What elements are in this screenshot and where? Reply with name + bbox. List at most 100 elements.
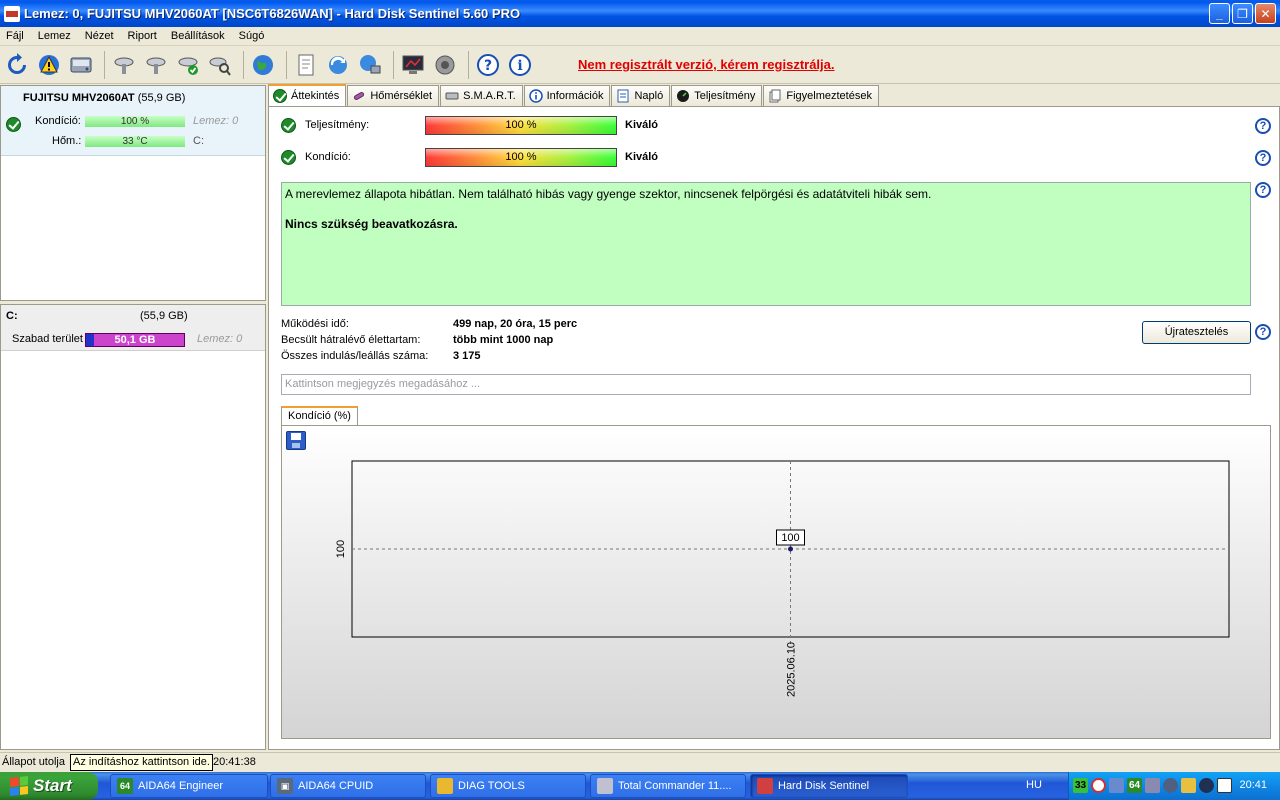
performance-ok-icon <box>281 118 296 133</box>
update-icon[interactable] <box>324 51 352 79</box>
free-space-label: Szabad terület <box>12 333 83 345</box>
tray-network-icon[interactable] <box>1109 778 1124 793</box>
tab-warnings[interactable]: Figyelmeztetések <box>763 85 879 106</box>
tab-overview[interactable]: Áttekintés <box>268 84 347 106</box>
svg-text:i: i <box>517 58 522 74</box>
network-icon[interactable] <box>356 51 384 79</box>
tray-block-icon[interactable] <box>1091 778 1106 793</box>
health-help-icon[interactable]: ? <box>1255 150 1271 166</box>
task-aida64-engineer[interactable]: 64 AIDA64 Engineer <box>110 774 268 798</box>
close-button[interactable]: ✕ <box>1255 3 1276 24</box>
note-input[interactable]: Kattintson megjegyzés megadásához ... <box>281 374 1251 395</box>
disk-surface-icon[interactable] <box>142 51 170 79</box>
tray-temperature-icon[interactable]: 33 <box>1073 778 1088 793</box>
task-hard-disk-sentinel[interactable]: Hard Disk Sentinel <box>750 774 908 798</box>
drive-letter: C: <box>193 135 204 147</box>
tray-shield-icon[interactable] <box>1163 778 1178 793</box>
menu-help[interactable]: Súgó <box>233 30 273 42</box>
speaker-icon[interactable] <box>431 51 459 79</box>
condition-label: Kondíció: <box>35 115 81 127</box>
data-point <box>788 546 793 552</box>
menu-disk[interactable]: Lemez <box>32 30 79 42</box>
chart-tab-health[interactable]: Kondíció (%) <box>281 406 358 426</box>
tooltip: Az indításhoz kattintson ide. <box>70 754 213 771</box>
status-description: A merevlemez állapota hibátlan. Nem talá… <box>281 182 1251 306</box>
disk-ok-icon[interactable] <box>174 51 202 79</box>
refresh-icon[interactable] <box>3 51 31 79</box>
task-total-commander[interactable]: Total Commander 11.... <box>590 774 746 798</box>
globe-icon[interactable] <box>249 51 277 79</box>
performance-icon <box>677 90 690 102</box>
condition-bar: 100 % <box>85 116 185 127</box>
disk-icon[interactable] <box>67 51 95 79</box>
language-indicator[interactable]: HU <box>1026 779 1042 791</box>
health-ok-icon <box>281 150 296 165</box>
log-icon <box>617 89 629 103</box>
menu-settings[interactable]: Beállítások <box>165 30 233 42</box>
status-text: A merevlemez állapota hibátlan. Nem talá… <box>285 187 932 201</box>
status-help-icon[interactable]: ? <box>1255 182 1271 198</box>
tray-folder-icon[interactable] <box>1181 778 1196 793</box>
system-tray: 33 64 20:41 <box>1068 772 1280 800</box>
performance-help-icon[interactable]: ? <box>1255 118 1271 134</box>
monitor-icon[interactable] <box>399 51 427 79</box>
app-icon[interactable] <box>4 5 20 22</box>
unregistered-link[interactable]: Nem regisztrált verzió, kérem regisztrál… <box>578 57 835 72</box>
overview-panel: Teljesítmény: 100 % Kiváló ? Kondíció: 1… <box>268 106 1280 750</box>
status-action: Nincs szükség beavatkozásra. <box>285 217 458 231</box>
menu-view[interactable]: Nézet <box>79 30 122 42</box>
windows-logo-icon <box>10 776 28 796</box>
health-verdict: Kiváló <box>625 151 659 163</box>
volume-item[interactable]: C: (55,9 GB) Szabad terület 50,1 GB Leme… <box>1 305 265 351</box>
thermometer-icon <box>354 92 365 100</box>
tray-aida-icon[interactable]: 64 <box>1127 778 1142 793</box>
maximize-button[interactable]: ❐ <box>1232 3 1253 24</box>
disk-test-icon[interactable] <box>110 51 138 79</box>
tab-information[interactable]: Információk <box>523 85 611 106</box>
tab-strip: Áttekintés Hőmérséklet S.M.A.R.T. Inform… <box>268 84 880 106</box>
status-prefix: Állapot utolja <box>2 756 65 768</box>
temperature-label: Hőm.: <box>52 135 82 147</box>
title-bar[interactable]: Lemez: 0, FUJITSU MHV2060AT [NSC6T6826WA… <box>0 0 1280 27</box>
tab-log[interactable]: Napló <box>611 85 671 106</box>
performance-label: Teljesítmény: <box>305 119 370 131</box>
ok-icon <box>273 89 287 103</box>
starts-value: 3 175 <box>453 350 481 362</box>
tray-speaker-icon[interactable] <box>1199 778 1214 793</box>
free-space-bar: 50,1 GB <box>85 333 185 347</box>
volume-name: C: <box>6 310 18 322</box>
info-icon[interactable]: i <box>506 51 534 79</box>
menu-report[interactable]: Riport <box>122 30 165 42</box>
minimize-button[interactable]: _ <box>1209 3 1230 24</box>
disk-item[interactable]: FUJITSU MHV2060AT (55,9 GB) Kondíció: 10… <box>1 86 265 156</box>
status-bar: Állapot utolja Az indításhoz kattintson … <box>0 752 1280 772</box>
task-aida64-cpuid[interactable]: ▣ AIDA64 CPUID <box>270 774 426 798</box>
disk-number-label: Lemez: 0 <box>193 115 239 127</box>
toolbar: ? i Nem regisztrált verzió, kérem regisz… <box>0 46 1280 84</box>
tab-temperature[interactable]: Hőmérséklet <box>347 85 440 106</box>
volume-size: (55,9 GB) <box>140 310 188 322</box>
task-diag-tools[interactable]: DIAG TOOLS <box>430 774 586 798</box>
tab-performance[interactable]: Teljesítmény <box>671 85 763 106</box>
lifetime-value: több mint 1000 nap <box>453 334 554 346</box>
tray-network-off-icon[interactable] <box>1145 778 1160 793</box>
window-title: Lemez: 0, FUJITSU MHV2060AT [NSC6T6826WA… <box>24 6 521 21</box>
report-icon[interactable] <box>292 51 320 79</box>
retest-help-icon[interactable]: ? <box>1255 324 1271 340</box>
menu-file[interactable]: Fájl <box>0 30 32 42</box>
warnings-icon <box>769 89 781 103</box>
alert-icon[interactable] <box>35 51 63 79</box>
temperature-bar: 33 °C <box>85 136 185 147</box>
total-commander-icon <box>597 778 613 794</box>
taskbar: Start 64 AIDA64 Engineer ▣ AIDA64 CPUID DI… <box>0 772 1280 800</box>
lifetime-label: Becsült hátralévő élettartam: <box>281 334 421 346</box>
starts-label: Összes indulás/leállás száma: <box>281 350 429 362</box>
disk-search-icon[interactable] <box>206 51 234 79</box>
retest-button[interactable]: Újratesztelés <box>1142 321 1251 344</box>
help-icon[interactable]: ? <box>474 51 502 79</box>
tray-monitor-icon[interactable] <box>1217 778 1232 793</box>
performance-verdict: Kiváló <box>625 119 659 131</box>
start-button[interactable]: Start <box>0 772 98 800</box>
health-chart: 100 2025.06.10 100 <box>335 460 1230 697</box>
tab-smart[interactable]: S.M.A.R.T. <box>440 85 523 106</box>
